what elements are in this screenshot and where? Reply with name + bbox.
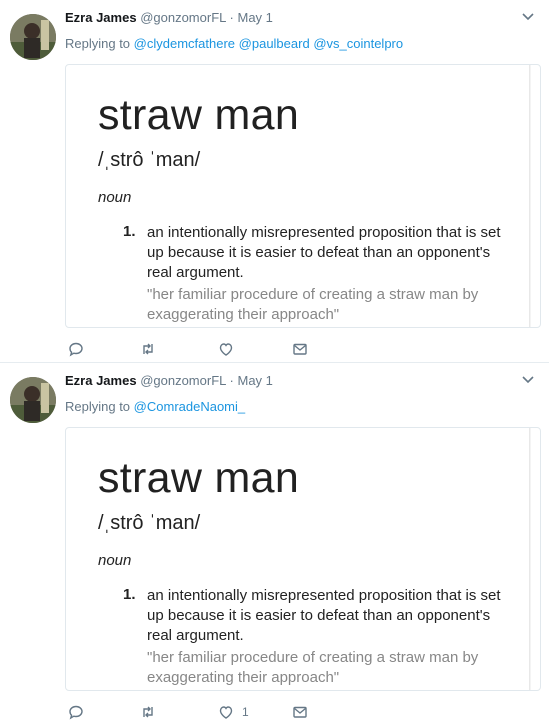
tweet[interactable]: Ezra James @gonzomorFL · May 1 Replying … xyxy=(0,363,549,720)
tweet-actions: 1 xyxy=(68,703,328,721)
direct-message-button[interactable] xyxy=(292,340,308,358)
retweet-button[interactable] xyxy=(140,340,164,358)
reply-button[interactable] xyxy=(68,340,92,358)
like-button[interactable] xyxy=(218,340,242,358)
like-button[interactable]: 1 xyxy=(218,703,249,721)
card-example: "her familiar procedure of creating a st… xyxy=(147,649,479,686)
card-definition: an intentionally misrepresented proposit… xyxy=(147,224,501,281)
author-name[interactable]: Ezra James xyxy=(65,373,137,388)
author-handle[interactable]: @gonzomorFL xyxy=(140,373,226,388)
like-icon xyxy=(219,706,233,719)
definition-card-image[interactable]: straw man /ˌstrô ˈman/ noun 1. an intent… xyxy=(65,427,541,691)
tweet-header: Ezra James @gonzomorFL · May 1 xyxy=(65,10,273,25)
card-definition-number: 1. xyxy=(123,586,136,603)
retweet-icon xyxy=(143,706,153,718)
separator-dot: · xyxy=(229,10,234,25)
reply-icon xyxy=(69,342,83,357)
avatar[interactable] xyxy=(10,14,56,60)
caret-down-icon[interactable] xyxy=(521,375,535,385)
card-word: straw man xyxy=(98,91,300,139)
card-definition-number: 1. xyxy=(123,223,136,240)
card-pronunciation: /ˌstrô ˈman/ xyxy=(98,149,201,171)
like-count: 1 xyxy=(242,705,249,719)
mention-link[interactable]: @vs_cointelpro xyxy=(313,36,403,51)
caret-down-icon[interactable] xyxy=(521,12,535,22)
tweet-header: Ezra James @gonzomorFL · May 1 xyxy=(65,373,273,388)
replying-to-label: Replying to xyxy=(65,399,131,414)
card-part-of-speech: noun xyxy=(98,552,132,569)
direct-message-button[interactable] xyxy=(292,703,308,721)
avatar[interactable] xyxy=(10,377,56,423)
mention-link[interactable]: @paulbeard xyxy=(239,36,310,51)
card-definition: an intentionally misrepresented proposit… xyxy=(147,587,501,644)
card-pronunciation: /ˌstrô ˈman/ xyxy=(98,512,201,534)
replying-to: Replying to @clydemcfathere @paulbeard @… xyxy=(65,36,403,51)
dm-icon xyxy=(293,343,307,355)
card-word: straw man xyxy=(98,454,300,502)
reply-button[interactable] xyxy=(68,703,92,721)
separator-dot: · xyxy=(229,373,234,388)
tweet[interactable]: Ezra James @gonzomorFL · May 1 Replying … xyxy=(0,0,549,363)
retweet-icon xyxy=(143,343,153,355)
tweet-actions xyxy=(68,340,328,358)
tweet-date[interactable]: May 1 xyxy=(237,10,272,25)
card-part-of-speech: noun xyxy=(98,189,132,206)
tweet-date[interactable]: May 1 xyxy=(237,373,272,388)
reply-icon xyxy=(69,705,83,720)
dm-icon xyxy=(293,706,307,718)
card-example: "her familiar procedure of creating a st… xyxy=(147,286,479,323)
mention-link[interactable]: @clydemcfathere xyxy=(134,36,235,51)
like-icon xyxy=(219,343,233,356)
author-handle[interactable]: @gonzomorFL xyxy=(140,10,226,25)
author-name[interactable]: Ezra James xyxy=(65,10,137,25)
card-page: straw man /ˌstrô ˈman/ noun 1. an intent… xyxy=(69,65,530,327)
retweet-button[interactable] xyxy=(140,703,164,721)
definition-card-image[interactable]: straw man /ˌstrô ˈman/ noun 1. an intent… xyxy=(65,64,541,328)
replying-to-label: Replying to xyxy=(65,36,131,51)
replying-to: Replying to @ComradeNaomi_ xyxy=(65,399,245,414)
mention-link[interactable]: @ComradeNaomi_ xyxy=(134,399,245,414)
card-page: straw man /ˌstrô ˈman/ noun 1. an intent… xyxy=(69,428,530,690)
